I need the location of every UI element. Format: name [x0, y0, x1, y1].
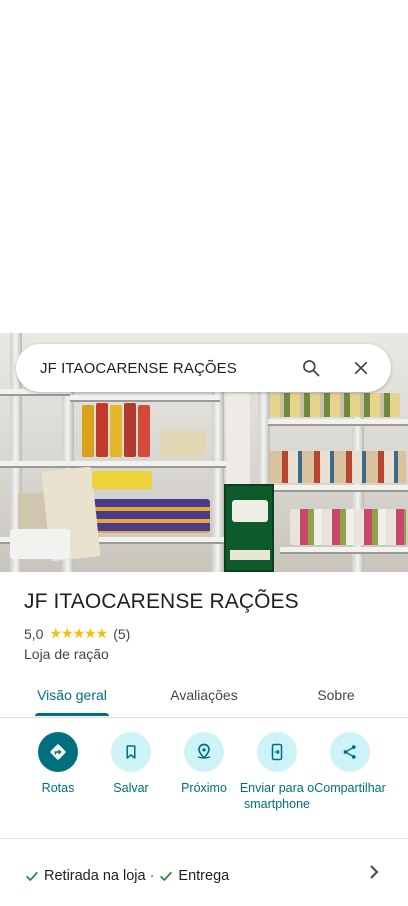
- action-row: Rotas Salvar Próximo Enviar para o smart…: [0, 732, 408, 832]
- section-divider: [0, 838, 408, 839]
- service-separator: ·: [149, 868, 155, 884]
- rating-value: 5,0: [24, 625, 44, 642]
- service-options-row[interactable]: Retirada na loja · Entrega: [0, 856, 408, 896]
- dog-chow-sign: [224, 484, 274, 572]
- tab-overview[interactable]: Visão geral: [24, 672, 120, 718]
- tab-reviews[interactable]: Avaliações: [154, 672, 254, 718]
- check-icon: [26, 871, 38, 882]
- check-icon: [160, 871, 173, 882]
- directions-button[interactable]: Rotas: [19, 732, 97, 796]
- active-tab-indicator: [35, 713, 109, 716]
- service-pickup: Retirada na loja: [44, 868, 146, 884]
- service-delivery: Entrega: [178, 868, 230, 884]
- nearby-label: Próximo: [181, 781, 227, 795]
- send-to-phone-label: Enviar para o smartphone: [239, 781, 315, 811]
- place-details-page: JF ITAOCARENSE RAÇÕES JF ITAOCARENSE RAÇ…: [0, 0, 408, 906]
- send-to-phone-button[interactable]: Enviar para o smartphone: [238, 732, 316, 812]
- tab-about[interactable]: Sobre: [296, 672, 376, 718]
- star-rating-icon: ★★★★★: [49, 625, 108, 641]
- save-button[interactable]: Salvar: [92, 732, 170, 796]
- share-label: Compartilhar: [314, 781, 386, 795]
- search-icon[interactable]: [293, 350, 329, 386]
- place-category[interactable]: Loja de ração: [24, 646, 109, 662]
- directions-label: Rotas: [41, 781, 75, 795]
- search-query[interactable]: JF ITAOCARENSE RAÇÕES: [40, 360, 293, 377]
- review-count[interactable]: (5): [113, 626, 130, 642]
- share-button[interactable]: Compartilhar: [311, 732, 389, 796]
- search-bar[interactable]: JF ITAOCARENSE RAÇÕES: [16, 344, 391, 392]
- share-icon: [330, 732, 370, 772]
- directions-icon: [38, 732, 78, 772]
- close-icon[interactable]: [343, 350, 379, 386]
- save-label: Salvar: [113, 781, 149, 795]
- rating-row[interactable]: 5,0 ★★★★★ (5): [24, 625, 130, 642]
- bookmark-icon: [111, 732, 151, 772]
- send-to-phone-icon: [257, 732, 297, 772]
- nearby-button[interactable]: Próximo: [165, 732, 243, 796]
- place-title: JF ITAOCARENSE RAÇÕES: [24, 590, 299, 613]
- chevron-right-icon[interactable]: [368, 864, 380, 880]
- tab-bar: Visão geral Avaliações Sobre: [0, 672, 408, 718]
- nearby-icon: [184, 732, 224, 772]
